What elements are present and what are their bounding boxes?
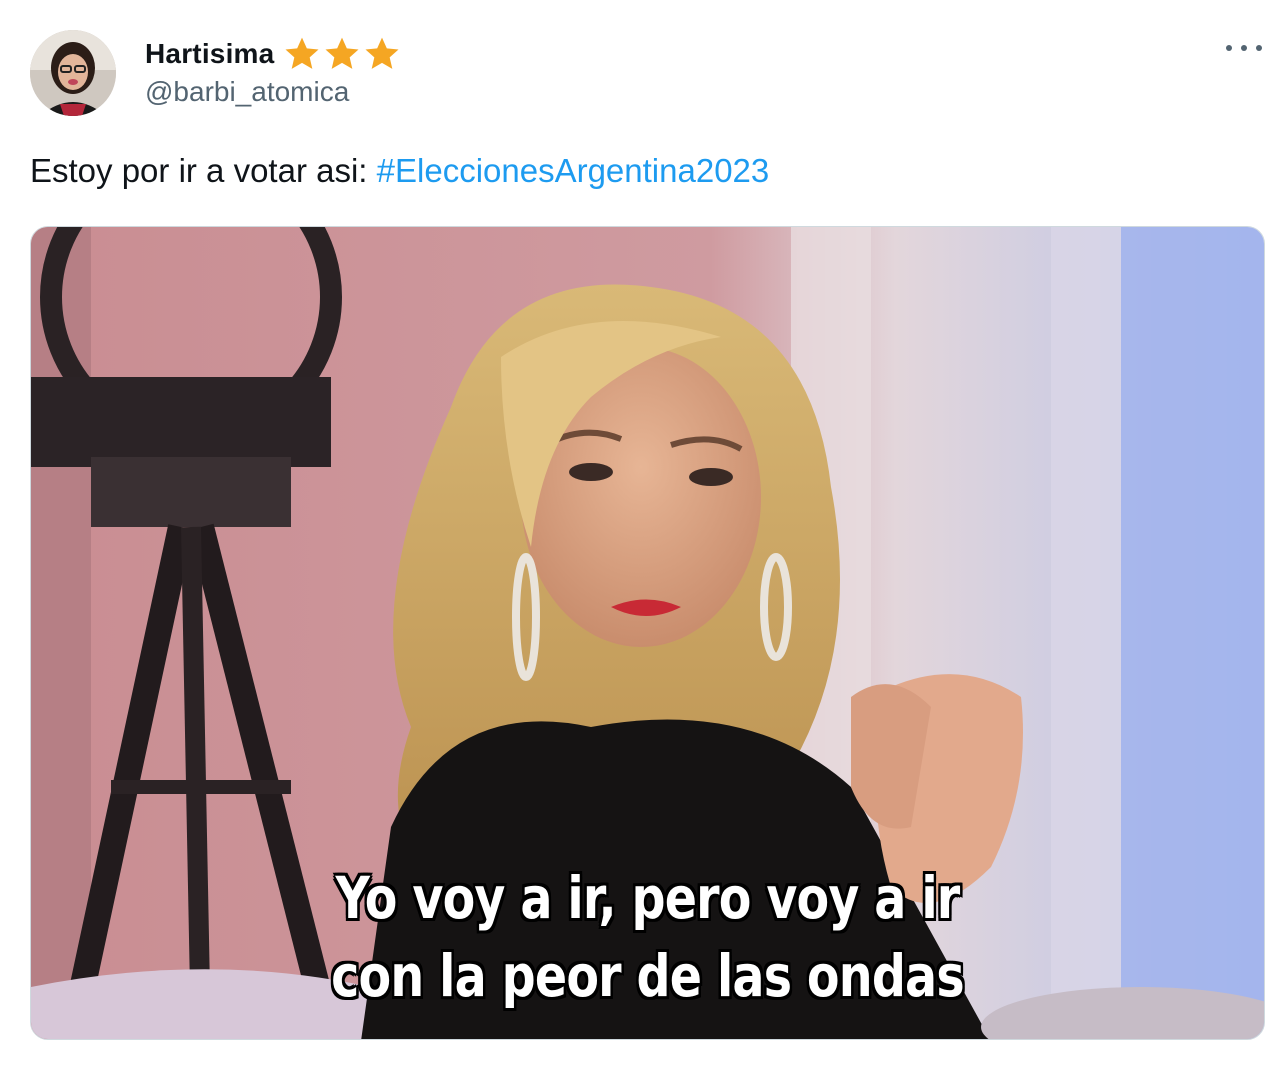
meme-caption: Yo voy a ir, pero voy a ir con la peor d… bbox=[142, 859, 1153, 1015]
tweet-card: Hartisima @barbi_atomica Estoy por ir a … bbox=[0, 0, 1280, 1071]
user-handle[interactable]: @barbi_atomica bbox=[145, 76, 349, 108]
tweet-media-image[interactable]: Yo voy a ir, pero voy a ir con la peor d… bbox=[30, 226, 1265, 1040]
tweet-text: Estoy por ir a votar asi: #EleccionesArg… bbox=[30, 152, 769, 190]
star-icon bbox=[285, 37, 319, 69]
hashtag-link[interactable]: #EleccionesArgentina2023 bbox=[377, 152, 770, 189]
avatar-image bbox=[30, 30, 116, 116]
display-name[interactable]: Hartisima bbox=[145, 38, 274, 70]
user-name-row: Hartisima bbox=[145, 32, 402, 76]
star-icon bbox=[325, 37, 359, 69]
more-horizontal-icon-dot bbox=[1241, 45, 1247, 51]
more-horizontal-icon-dot bbox=[1256, 45, 1262, 51]
more-horizontal-icon bbox=[1226, 45, 1232, 51]
more-options-button[interactable] bbox=[1226, 36, 1262, 60]
star-icon bbox=[365, 37, 399, 69]
caption-line-2: con la peor de las ondas bbox=[331, 942, 964, 1010]
caption-line-1: Yo voy a ir, pero voy a ir bbox=[335, 864, 961, 932]
tweet-body: Estoy por ir a votar asi: bbox=[30, 152, 377, 189]
badge-stars bbox=[282, 34, 402, 74]
avatar[interactable] bbox=[30, 30, 116, 116]
